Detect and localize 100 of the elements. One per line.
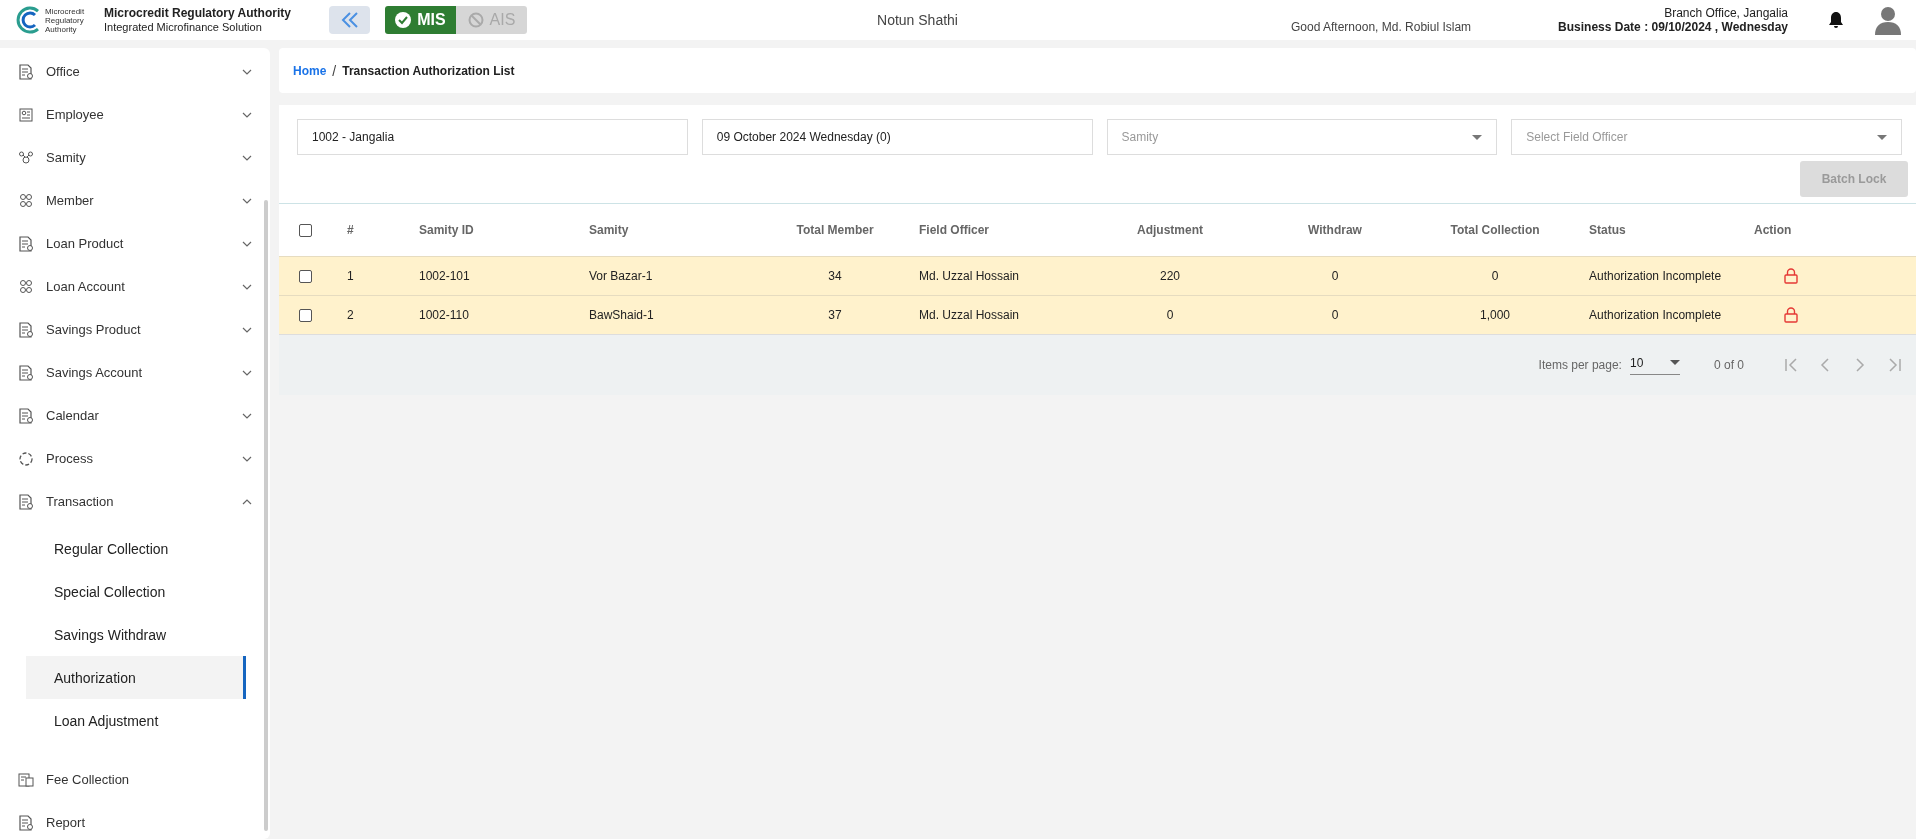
chevron-down-icon bbox=[242, 369, 252, 376]
page-title: Transaction Authorization List bbox=[342, 63, 515, 78]
people-icon bbox=[18, 192, 34, 209]
org-subtitle: Integrated Microfinance Solution bbox=[104, 20, 263, 34]
document-icon bbox=[18, 493, 34, 510]
logo-text: Microcredit Regulatory Authority bbox=[45, 6, 86, 34]
column-header: Action bbox=[1754, 223, 1792, 237]
last-page-button[interactable] bbox=[1886, 357, 1902, 373]
greeting: Good Afternoon, Md. Robiul Islam bbox=[1291, 20, 1472, 34]
table-cell: Md. Uzzal Hossain bbox=[919, 269, 1020, 283]
chevron-down-icon bbox=[242, 412, 252, 419]
chevron-down-icon bbox=[242, 326, 252, 333]
padlock-icon bbox=[1784, 307, 1798, 323]
caret-down-icon bbox=[1877, 134, 1887, 140]
sidebar-item[interactable]: Savings Product bbox=[0, 308, 270, 351]
branch-name: Branch Office, Jangalia bbox=[1664, 6, 1788, 20]
chevron-up-icon bbox=[242, 498, 252, 505]
table-cell: 0 bbox=[1331, 308, 1339, 322]
module-toggle[interactable]: MIS bbox=[385, 6, 456, 34]
table-cell: 1002-110 bbox=[419, 308, 469, 322]
checkbox[interactable] bbox=[299, 223, 312, 237]
sidebar-item[interactable]: Transaction bbox=[0, 480, 270, 523]
first-page-button[interactable] bbox=[1784, 357, 1800, 373]
people-icon bbox=[18, 278, 34, 295]
checkbox[interactable] bbox=[299, 308, 312, 322]
lock-button[interactable] bbox=[1784, 307, 1798, 323]
sidebar-subitem[interactable]: Special Collection bbox=[26, 570, 246, 613]
id-card-icon bbox=[18, 106, 34, 123]
page-size-dropdown[interactable]: 10 bbox=[1629, 355, 1680, 375]
business-date: Business Date : 09/10/2024 , Wednesday bbox=[1558, 20, 1788, 34]
table-cell: 0 bbox=[1491, 269, 1499, 283]
sidebar-item[interactable]: Process bbox=[0, 437, 270, 480]
sidebar-item[interactable]: Member bbox=[0, 179, 270, 222]
document-icon bbox=[18, 321, 34, 338]
table-cell: 0 bbox=[1166, 308, 1174, 322]
chevron-down-icon bbox=[242, 240, 252, 247]
table-cell: 220 bbox=[1160, 269, 1180, 283]
sidebar-subitem[interactable]: Savings Withdraw bbox=[26, 613, 246, 656]
table-cell: BawShaid-1 bbox=[589, 308, 654, 322]
branch-field[interactable]: 1002 - Jangalia bbox=[297, 119, 688, 155]
column-header: Withdraw bbox=[1308, 223, 1362, 237]
collapse-sidebar-button[interactable] bbox=[329, 6, 370, 34]
chevron-down-icon bbox=[242, 455, 252, 462]
document-icon bbox=[18, 364, 34, 381]
table-cell: 0 bbox=[1331, 269, 1339, 283]
document-icon bbox=[18, 63, 34, 80]
date-field[interactable]: 09 October 2024 Wednesday (0) bbox=[701, 119, 1093, 155]
page-range: 0 of 0 bbox=[1713, 358, 1744, 372]
table-cell: Authorization Incomplete bbox=[1589, 308, 1722, 322]
sidebar-item[interactable]: Savings Account bbox=[0, 351, 270, 394]
sidebar-item[interactable]: Loan Product bbox=[0, 222, 270, 265]
column-header: Samity bbox=[589, 223, 629, 237]
sidebar-subitem[interactable]: Authorization bbox=[26, 656, 246, 699]
chevron-down-icon bbox=[242, 154, 252, 161]
table-cell: Authorization Incomplete bbox=[1589, 269, 1722, 283]
table-cell: 2 bbox=[347, 308, 354, 322]
table-cell: 1,000 bbox=[1480, 308, 1510, 322]
chevron-down-icon bbox=[242, 283, 252, 290]
checkbox[interactable] bbox=[299, 269, 312, 283]
sidebar-item[interactable]: Report bbox=[0, 801, 270, 839]
sidebar-item[interactable]: Samity bbox=[0, 136, 270, 179]
sidebar-subitem[interactable]: Loan Adjustment bbox=[26, 699, 246, 742]
org-name: Microcredit Regulatory Authority bbox=[104, 6, 292, 20]
avatar-icon[interactable] bbox=[1874, 5, 1902, 35]
chevron-down-icon bbox=[242, 197, 252, 204]
table-cell: Md. Uzzal Hossain bbox=[919, 308, 1020, 322]
chevron-icon bbox=[1784, 357, 1800, 373]
bell-icon bbox=[1828, 11, 1844, 29]
caret-down-icon bbox=[1669, 360, 1680, 365]
document-icon bbox=[18, 407, 34, 424]
app-name: Notun Shathi bbox=[877, 12, 958, 28]
sidebar-item[interactable]: Calendar bbox=[0, 394, 270, 437]
dashed-circle-icon bbox=[18, 450, 34, 467]
double-chevron-left-icon bbox=[339, 11, 360, 29]
column-header: Total Collection bbox=[1450, 223, 1540, 237]
table-cell: 37 bbox=[828, 308, 842, 322]
sidebar-item[interactable]: Office bbox=[0, 50, 270, 93]
breadcrumb-link[interactable]: Home bbox=[293, 63, 327, 78]
column-header: Samity ID bbox=[419, 223, 474, 237]
caret-down-icon bbox=[1472, 134, 1483, 140]
chevron-icon bbox=[1886, 357, 1902, 373]
breadcrumb-separator: / bbox=[332, 62, 337, 79]
chevron-down-icon bbox=[242, 68, 252, 75]
column-header: Adjustment bbox=[1137, 223, 1203, 237]
sidebar-item[interactable]: Fee Collection bbox=[0, 758, 270, 801]
sidebar-item[interactable]: Employee bbox=[0, 93, 270, 136]
padlock-icon bbox=[1784, 268, 1798, 284]
sidebar-subitem[interactable]: Regular Collection bbox=[26, 527, 246, 570]
table-cell: 1002-101 bbox=[419, 269, 470, 283]
table-cell: 1 bbox=[347, 269, 354, 283]
column-header: Total Member bbox=[796, 223, 874, 237]
items-per-page-label: Items per page: bbox=[1538, 358, 1622, 372]
group-icon bbox=[18, 149, 34, 166]
user-silhouette-icon bbox=[1874, 5, 1902, 35]
lock-button[interactable] bbox=[1784, 268, 1798, 284]
column-header: Field Officer bbox=[919, 223, 989, 237]
column-header: # bbox=[347, 223, 354, 237]
column-header: Status bbox=[1589, 223, 1626, 237]
document-icon bbox=[18, 814, 34, 831]
sidebar-item[interactable]: Loan Account bbox=[0, 265, 270, 308]
